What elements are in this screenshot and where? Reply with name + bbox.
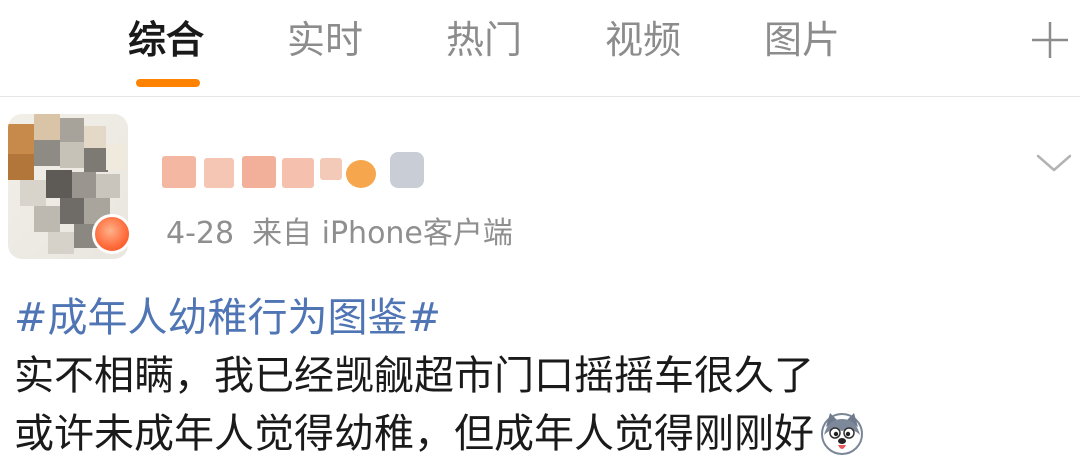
post-text-line: 或许未成年人觉得幼稚，但成年人觉得刚刚好 xyxy=(14,411,814,457)
tab-comprehensive[interactable]: 综合 xyxy=(128,14,204,66)
author-name[interactable] xyxy=(160,148,430,196)
plus-icon[interactable] xyxy=(1030,20,1070,60)
tab-video[interactable]: 视频 xyxy=(605,14,681,66)
active-tab-indicator xyxy=(136,79,200,87)
tab-hot[interactable]: 热门 xyxy=(446,14,522,66)
post-text-line: 实不相瞒，我已经觊觎超市门口摇摇车很久了 xyxy=(14,353,814,399)
post-meta: 4-28 来自 iPhone客户端 xyxy=(166,212,513,256)
hashtag-link[interactable]: #成年人幼稚行为图鉴# xyxy=(14,295,441,341)
member-badge-icon xyxy=(92,214,132,254)
chevron-down-icon[interactable] xyxy=(1032,148,1076,178)
post-content: #成年人幼稚行为图鉴# 实不相瞒，我已经觊觎超市门口摇摇车很久了 或许未成年人觉… xyxy=(14,288,1074,462)
tab-images[interactable]: 图片 xyxy=(764,14,840,66)
tab-realtime[interactable]: 实时 xyxy=(287,14,363,66)
search-tab-bar: 综合 实时 热门 视频 图片 xyxy=(0,0,1080,97)
husky-emoji-icon xyxy=(818,409,866,457)
post-source: 来自 iPhone客户端 xyxy=(252,216,513,251)
post-date: 4-28 xyxy=(166,216,235,251)
